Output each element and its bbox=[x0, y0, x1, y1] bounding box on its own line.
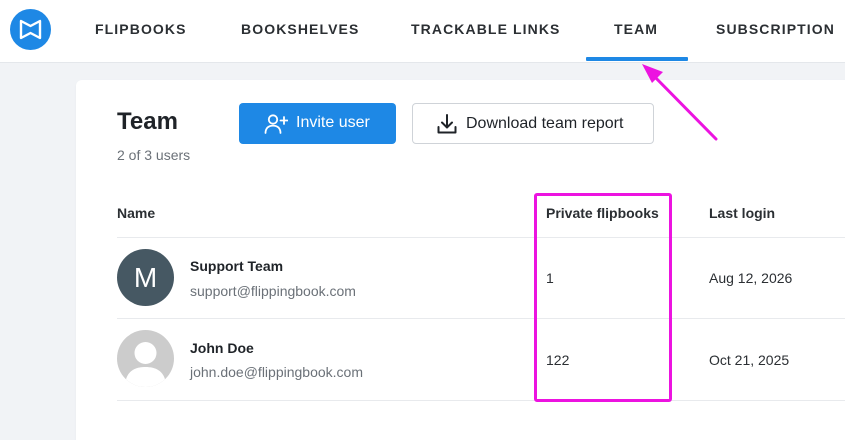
tab-team[interactable]: TEAM bbox=[614, 0, 658, 60]
page-title: Team bbox=[117, 108, 178, 135]
annotation-highlight-box bbox=[534, 193, 672, 402]
avatar: M bbox=[117, 249, 174, 306]
tab-flipbooks[interactable]: FLIPBOOKS bbox=[95, 0, 187, 60]
last-login-date: Aug 12, 2026 bbox=[709, 270, 793, 286]
user-email: support@flippingbook.com bbox=[190, 283, 356, 299]
user-name: John Doe bbox=[190, 340, 254, 356]
tab-subscription[interactable]: SUBSCRIPTION bbox=[716, 0, 835, 60]
default-avatar-icon bbox=[117, 330, 174, 387]
tab-bookshelves[interactable]: BOOKSHELVES bbox=[241, 0, 359, 60]
user-count: 2 of 3 users bbox=[117, 147, 191, 163]
download-icon bbox=[436, 113, 458, 140]
row-divider bbox=[117, 318, 845, 319]
row-divider bbox=[117, 400, 845, 401]
invite-user-button[interactable]: Invite user bbox=[239, 103, 396, 144]
download-team-report-button[interactable]: Download team report bbox=[412, 103, 654, 144]
invite-user-label: Invite user bbox=[296, 114, 370, 131]
tab-trackable-links[interactable]: TRACKABLE LINKS bbox=[411, 0, 561, 60]
row-divider bbox=[117, 237, 845, 238]
annotation-arrow-icon bbox=[642, 64, 718, 141]
top-navigation: FLIPBOOKS BOOKSHELVES TRACKABLE LINKS TE… bbox=[0, 0, 845, 63]
user-name: Support Team bbox=[190, 258, 284, 274]
flippingbook-logo-icon[interactable] bbox=[10, 9, 51, 50]
column-header-name[interactable]: Name bbox=[117, 205, 155, 221]
column-header-last-login[interactable]: Last login bbox=[709, 205, 775, 221]
last-login-date: Oct 21, 2025 bbox=[709, 352, 790, 368]
add-user-icon bbox=[264, 113, 289, 140]
user-email: john.doe@flippingbook.com bbox=[190, 364, 363, 380]
download-team-report-label: Download team report bbox=[466, 115, 624, 132]
